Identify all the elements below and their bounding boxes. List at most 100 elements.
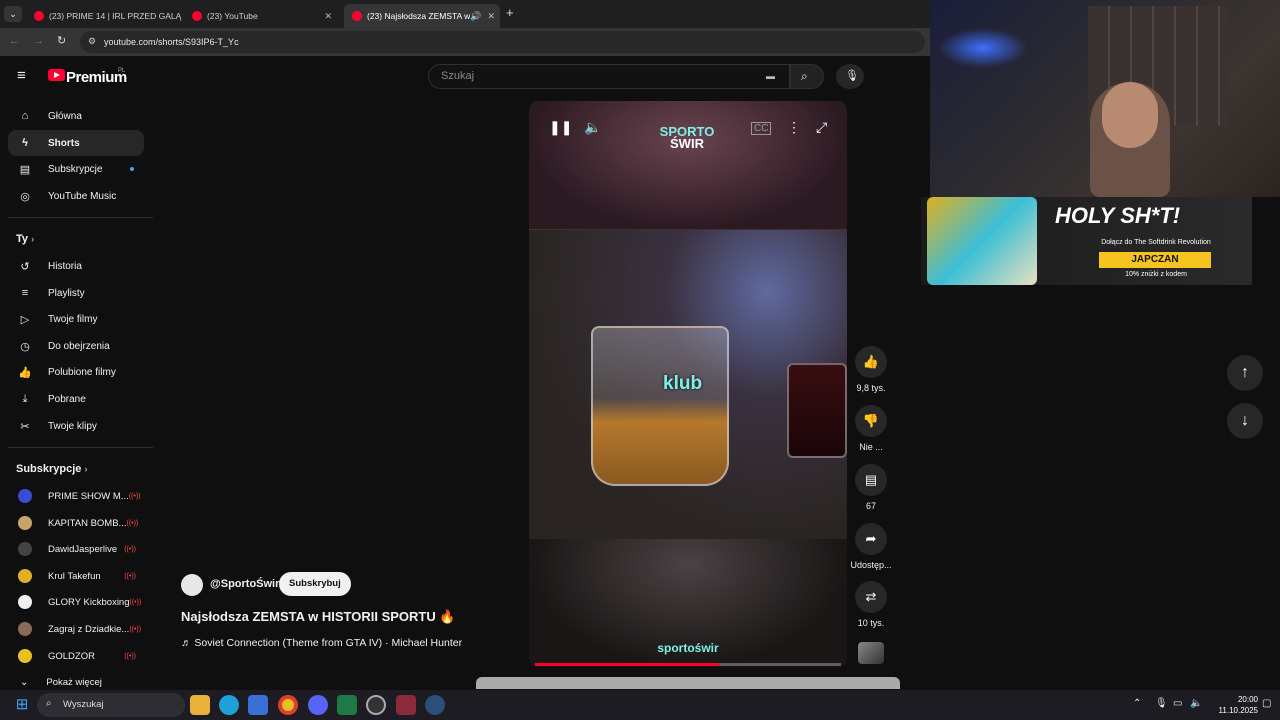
notification-icon[interactable]: ▢ xyxy=(1262,698,1271,709)
clock-time: 20:00 xyxy=(1237,695,1258,704)
sidebar-item-downloads[interactable]: ⤓ Pobrane xyxy=(8,386,144,412)
ad-headline: HOLY SH*T! xyxy=(1055,203,1181,228)
subscription-item[interactable]: KAPITAN BOMB... ((•)) xyxy=(8,510,144,536)
divider xyxy=(8,447,153,448)
fullscreen-icon[interactable]: ⤢ xyxy=(816,119,827,136)
brand-bottom: ŚWIR xyxy=(670,136,704,151)
subscription-item[interactable]: GLORY Kickboxing ((•)) xyxy=(8,589,144,615)
search-button[interactable]: ⌕ xyxy=(790,64,824,89)
comment-icon[interactable]: ▤ xyxy=(855,464,887,496)
keyboard-icon[interactable]: ▬ xyxy=(766,71,775,81)
volume-tray-icon[interactable]: 🔈 xyxy=(1190,698,1202,709)
windows-start-icon[interactable]: ⊞ xyxy=(12,695,32,715)
tab-shorts[interactable]: (23) Najsłodsza ZEMSTA w 🔊 ✕ xyxy=(344,4,500,28)
url-text: youtube.com/shorts/S93IP6-T_Yc xyxy=(104,37,239,47)
tab-list-button[interactable]: ⌄ xyxy=(4,6,22,22)
sidebar-item-subscriptions[interactable]: ▤ Subskrypcje xyxy=(8,156,144,182)
taskbar-search[interactable]: ⌕ Wyszukaj xyxy=(37,693,185,717)
subscribe-button[interactable]: Subskrybuj xyxy=(279,572,351,596)
obs-icon[interactable] xyxy=(366,695,386,715)
sidebar-item-your-videos[interactable]: ▷ Twoje filmy xyxy=(8,306,144,332)
reload-icon[interactable]: ↻ xyxy=(57,34,66,47)
channel-name[interactable]: @SportoŚwir xyxy=(210,578,279,590)
volume-icon[interactable]: 🔈 xyxy=(584,119,601,136)
thumbs-down-icon[interactable]: 👎 xyxy=(855,405,887,437)
progress-bar[interactable] xyxy=(535,663,841,666)
dislike-action[interactable]: 👎 Nie ... xyxy=(850,405,892,452)
close-icon[interactable]: ✕ xyxy=(482,11,496,22)
sidebar-item-home[interactable]: ⌂ Główna xyxy=(8,103,144,129)
next-short-button[interactable]: ↓ xyxy=(1227,403,1263,439)
close-icon[interactable]: ✕ xyxy=(318,11,332,22)
tray-chevron-icon[interactable]: ⌃ xyxy=(1133,698,1141,709)
mic-tray-icon[interactable]: 🎙 xyxy=(1155,698,1168,709)
sidebar-item-watch-later[interactable]: ◷ Do obejrzenia xyxy=(8,333,144,359)
like-action[interactable]: 👍 9,8 tys. xyxy=(850,346,892,393)
subscription-item[interactable]: PRIME SHOW M... ((•)) xyxy=(8,483,144,509)
sidebar-item-shorts[interactable]: ϟ Shorts xyxy=(8,130,144,156)
history-icon: ↺ xyxy=(20,260,30,273)
remix-action[interactable]: ⇄ 10 tys. xyxy=(850,581,892,628)
playlist-icon: ≡ xyxy=(21,287,29,299)
voice-search-button[interactable]: 🎙 xyxy=(836,64,864,89)
subscription-item[interactable]: GOLDZOR ((•)) xyxy=(8,643,144,669)
sidebar-item-clips[interactable]: ✂ Twoje klipy xyxy=(8,413,144,439)
music-track[interactable]: ♬ Soviet Connection (Theme from GTA IV) … xyxy=(181,637,462,649)
file-explorer-icon[interactable] xyxy=(190,695,210,715)
scroll-handle[interactable] xyxy=(476,677,900,689)
tab-prime[interactable]: (23) PRIME 14 | IRL PRZED GALĄ ✕ xyxy=(26,4,182,28)
search-input[interactable]: Szukaj ▬ xyxy=(428,64,790,89)
sidebar-item-music[interactable]: ◎ YouTube Music xyxy=(8,183,144,209)
url-field[interactable]: ⚙ youtube.com/shorts/S93IP6-T_Yc xyxy=(80,31,925,53)
youtube-logo-icon[interactable] xyxy=(48,69,65,81)
close-icon[interactable]: ✕ xyxy=(181,11,182,22)
liked-icon: 👍 xyxy=(18,366,32,379)
comments-action[interactable]: ▤ 67 xyxy=(850,464,892,511)
show-more-label: Pokaż więcej xyxy=(46,676,102,688)
sidebar-item-label: YouTube Music xyxy=(48,190,117,202)
share-label: Udostęp... xyxy=(850,560,892,570)
shorts-player[interactable]: klub SPORTO ŚWIR sportoświr ❚❚ 🔈 CC ⋮ ⤢ xyxy=(529,101,847,667)
new-tab-button[interactable]: + xyxy=(506,5,514,20)
tab-youtube[interactable]: (23) YouTube ✕ xyxy=(184,4,340,28)
share-action[interactable]: ➦ Udostęp... xyxy=(850,523,892,570)
chrome-icon[interactable] xyxy=(278,695,298,715)
menu-icon[interactable]: ≡ xyxy=(17,67,26,84)
subscription-item[interactable]: DawidJasperlive ((•)) xyxy=(8,536,144,562)
taskbar-search-label: Wyszukaj xyxy=(63,699,104,710)
video-title[interactable]: Najsłodsza ZEMSTA w HISTORII SPORTU 🔥 xyxy=(181,609,456,625)
network-icon[interactable]: ▭ xyxy=(1173,698,1182,709)
subscription-item[interactable]: Krul Takefun ((•)) xyxy=(8,563,144,589)
subscriptions-section-title[interactable]: Subskrypcje › xyxy=(16,463,87,475)
subscription-item[interactable]: Zagraj z Dziadkie... ((•)) xyxy=(8,616,144,642)
channel-avatar[interactable] xyxy=(181,574,203,596)
excel-icon[interactable] xyxy=(337,695,357,715)
back-icon[interactable]: ← xyxy=(9,35,20,47)
edge-icon[interactable] xyxy=(219,695,239,715)
steam-icon[interactable] xyxy=(425,695,445,715)
sidebar-item-history[interactable]: ↺ Historia xyxy=(8,253,144,279)
you-section-title[interactable]: Ty › xyxy=(16,233,34,245)
captions-icon[interactable]: CC xyxy=(751,122,772,135)
share-icon[interactable]: ➦ xyxy=(855,523,887,555)
site-info-icon[interactable]: ⚙ xyxy=(88,36,96,47)
more-icon[interactable]: ⋮ xyxy=(787,119,801,136)
watch-later-icon: ◷ xyxy=(20,340,30,353)
audio-icon[interactable]: 🔊 xyxy=(470,11,481,22)
like-count: 9,8 tys. xyxy=(856,383,886,393)
comment-count: 67 xyxy=(865,501,876,511)
sound-thumbnail[interactable] xyxy=(858,642,884,664)
live-icon: ((•)) xyxy=(124,545,136,553)
discord-icon[interactable] xyxy=(308,695,328,715)
app-icon[interactable] xyxy=(396,695,416,715)
previous-short-button[interactable]: ↑ xyxy=(1227,355,1263,391)
forward-icon[interactable]: → xyxy=(33,35,44,47)
sidebar-item-liked[interactable]: 👍 Polubione filmy xyxy=(8,359,144,385)
remix-icon[interactable]: ⇄ xyxy=(855,581,887,613)
sidebar-item-label: Historia xyxy=(48,260,82,272)
store-icon[interactable] xyxy=(248,695,268,715)
clock[interactable]: 20:00 11.10.2025 xyxy=(1208,694,1258,716)
pause-icon[interactable]: ❚❚ xyxy=(549,119,572,136)
sidebar-item-playlists[interactable]: ≡ Playlisty xyxy=(8,280,144,306)
thumbs-up-icon[interactable]: 👍 xyxy=(855,346,887,378)
